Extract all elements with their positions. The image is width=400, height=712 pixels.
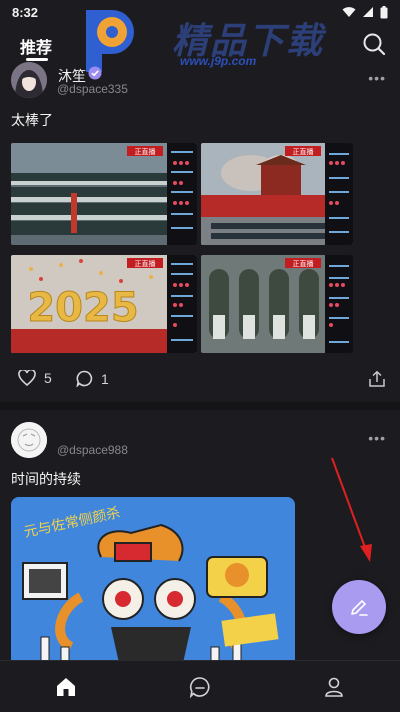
- post-text: 太棒了: [11, 112, 53, 128]
- tab-following[interactable]: 关: [88, 36, 102, 56]
- message-icon: [189, 677, 210, 698]
- like-count: 5: [44, 370, 52, 386]
- live-badge: 正直播: [293, 147, 314, 156]
- heart-icon: [18, 370, 36, 386]
- nav-profile[interactable]: [320, 673, 348, 701]
- avatar-image: [11, 62, 47, 98]
- post-image[interactable]: 正直播: [201, 255, 353, 353]
- avatar-image: [11, 422, 47, 458]
- nav-messages[interactable]: [186, 673, 214, 701]
- post-text: 时间的持续: [11, 471, 81, 487]
- verified-badge-icon: [88, 66, 102, 80]
- post-card[interactable]: 沐笙 @dspace335 ••• 太棒了 正直播 正直播 2025 正直播 正…: [0, 60, 400, 402]
- comment-button[interactable]: 1: [76, 370, 109, 387]
- wifi-icon: [342, 7, 356, 17]
- system-icons: [342, 5, 388, 19]
- image-grid: 正直播 正直播 2025 正直播 正直播: [11, 143, 353, 353]
- status-time: 8:32: [12, 4, 39, 20]
- battery-icon: [380, 5, 388, 18]
- signal-icon: [363, 7, 373, 17]
- image-overlay-text: 2025: [27, 285, 138, 331]
- compose-button[interactable]: [332, 580, 386, 634]
- feed[interactable]: 沐笙 @dspace335 ••• 太棒了 正直播 正直播 2025 正直播 正…: [0, 60, 400, 660]
- post-image[interactable]: 正直播: [11, 143, 197, 245]
- profile-icon: [325, 677, 343, 697]
- avatar[interactable]: [11, 62, 47, 98]
- post-image[interactable]: 2025 正直播: [11, 255, 197, 353]
- tab-recommend[interactable]: 推荐: [20, 34, 52, 58]
- avatar[interactable]: [11, 422, 47, 458]
- status-bar: 8:32: [0, 0, 400, 24]
- share-icon[interactable]: [368, 370, 386, 388]
- author-handle: @dspace988: [57, 443, 128, 457]
- more-options-icon[interactable]: •••: [368, 430, 386, 446]
- live-badge: 正直播: [135, 147, 156, 156]
- search-icon[interactable]: [360, 30, 388, 58]
- comment-count: 1: [101, 370, 109, 387]
- live-badge: 正直播: [135, 259, 156, 268]
- nav-home[interactable]: [52, 673, 80, 701]
- more-options-icon[interactable]: •••: [368, 70, 386, 86]
- post-divider: [0, 402, 400, 410]
- author-handle: @dspace335: [57, 82, 128, 96]
- top-bar: 推荐 关: [0, 24, 400, 64]
- post-actions: 5 1: [0, 368, 400, 392]
- pencil-icon: [351, 600, 368, 616]
- live-badge: 正直播: [293, 259, 314, 268]
- post-image[interactable]: 正直播: [201, 143, 353, 245]
- bottom-nav: [0, 660, 400, 712]
- comment-icon: [76, 370, 93, 387]
- post-image[interactable]: 元与佐常侧颜杀: [11, 497, 295, 660]
- like-button[interactable]: 5: [18, 370, 52, 386]
- home-icon: [57, 678, 75, 696]
